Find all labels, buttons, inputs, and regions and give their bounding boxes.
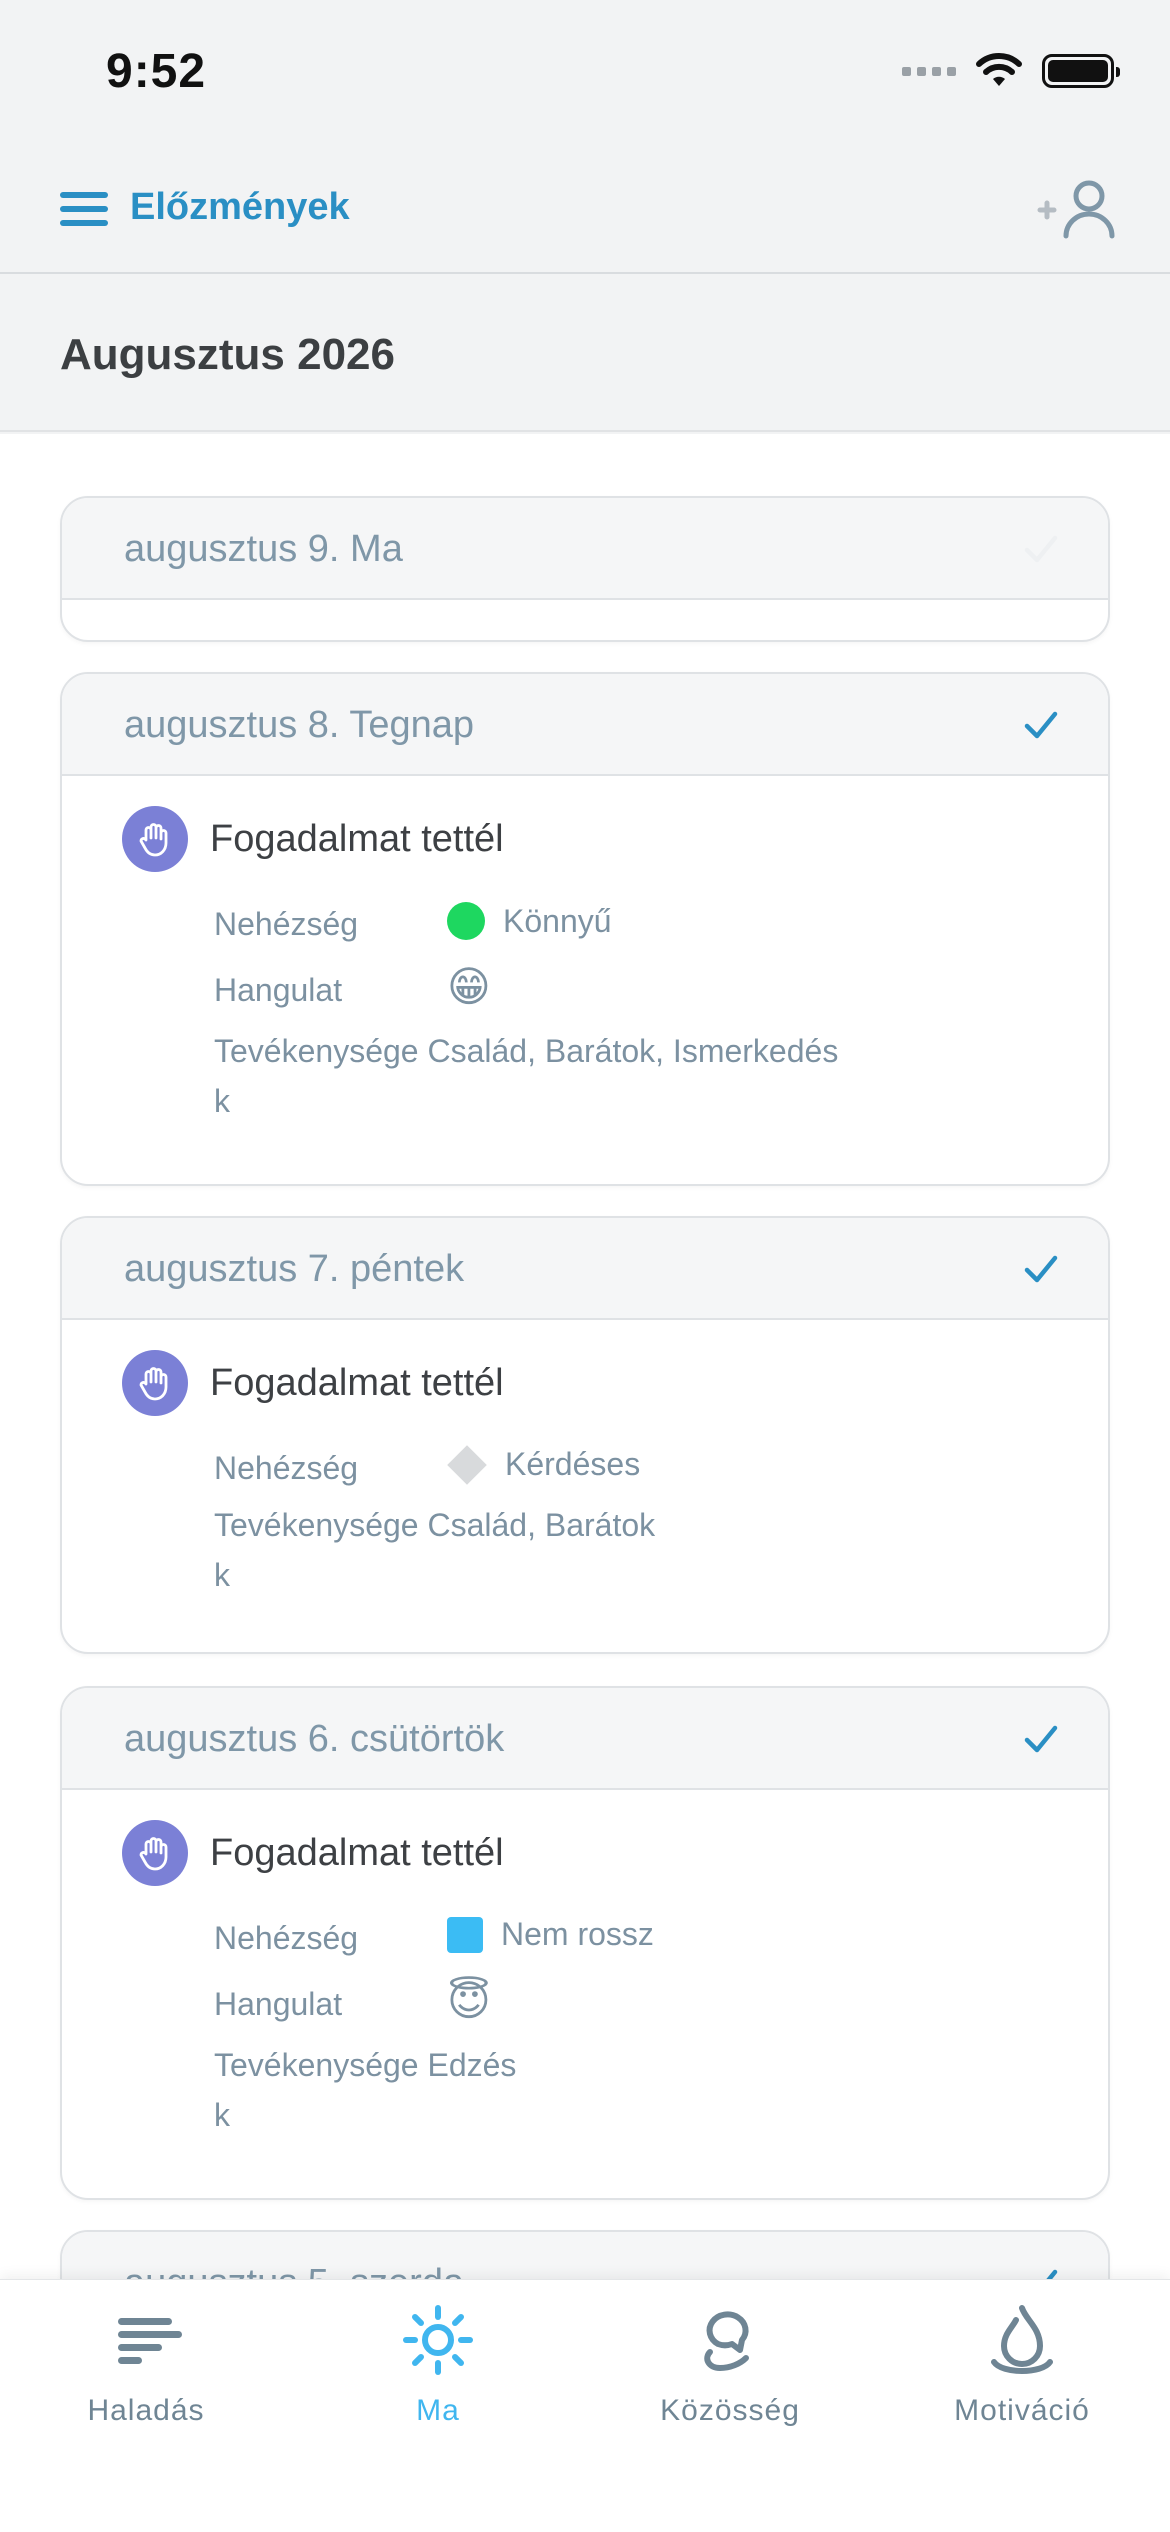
difficulty-value: Kérdéses	[447, 1444, 641, 1485]
activities-label: Tevékenysége	[214, 1507, 419, 1543]
difficulty-value: Nem rossz	[447, 1916, 654, 1953]
day-card-friday[interactable]: augusztus 7. péntek Fogadalmat tettél Ne…	[60, 1216, 1110, 1654]
check-icon	[1024, 711, 1058, 739]
day-date: augusztus 8. Tegnap	[124, 704, 475, 746]
navigation-bar: Előzmények	[0, 140, 1170, 274]
difficulty-green-circle-icon	[447, 902, 485, 940]
progress-icon	[118, 2318, 182, 2364]
difficulty-blue-square-icon	[447, 1916, 483, 1953]
day-card-header[interactable]: augusztus 8. Tegnap	[62, 674, 1108, 776]
day-date: augusztus 9. Ma	[124, 528, 403, 570]
difficulty-value: Könnyű	[447, 902, 612, 940]
day-date: augusztus 5. szerda	[124, 2262, 464, 2279]
day-card-today[interactable]: augusztus 9. Ma	[60, 496, 1110, 642]
activities-label-wrap: k	[214, 1083, 230, 1119]
entry-title: Fogadalmat tettél	[210, 1361, 504, 1404]
difficulty-label: Nehézség	[214, 1450, 359, 1486]
sun-icon	[403, 2305, 473, 2375]
mood-value: 😇	[447, 1980, 491, 2022]
tab-label: Haladás	[87, 2394, 205, 2427]
history-list[interactable]: augusztus 9. Ma augusztus 8. Tegnap Foga…	[0, 434, 1170, 2279]
mood-value: 😁	[447, 966, 491, 1008]
difficulty-text: Nem rossz	[501, 1916, 654, 1952]
grinning-face-icon: 😁	[447, 963, 491, 1010]
activities-row: Tevékenysége Család, Barátok, Ismerkedés	[214, 1026, 838, 1076]
day-card-wednesday[interactable]: augusztus 5. szerda	[60, 2230, 1110, 2279]
wifi-icon	[976, 53, 1022, 86]
day-card-thursday[interactable]: augusztus 6. csütörtök Fogadalmat tettél…	[60, 1686, 1110, 2200]
activities-row: Tevékenysége Család, Barátok	[214, 1500, 655, 1550]
month-title: Augusztus 2026	[60, 330, 395, 379]
check-icon	[1046, 2269, 1058, 2279]
activities-value: Edzés	[427, 2047, 517, 2083]
difficulty-text: Könnyű	[503, 902, 612, 939]
hamburger-menu-icon[interactable]	[60, 192, 108, 226]
entry-title: Fogadalmat tettél	[210, 817, 504, 860]
tab-community[interactable]: Közösség	[584, 2300, 876, 2450]
difficulty-gray-diamond-icon	[447, 1444, 487, 1485]
tab-progress[interactable]: Haladás	[0, 2300, 292, 2450]
activities-label-wrap: k	[214, 1557, 230, 1593]
day-date: augusztus 7. péntek	[124, 1248, 465, 1290]
entry-title: Fogadalmat tettél	[210, 1831, 504, 1874]
day-card-header[interactable]: augusztus 5. szerda	[62, 2232, 1108, 2279]
day-card-header[interactable]: augusztus 6. csütörtök	[62, 1688, 1108, 1790]
difficulty-text: Kérdéses	[505, 1446, 641, 1482]
tab-motivation[interactable]: Motiváció	[876, 2300, 1168, 2450]
status-bar: 9:52	[0, 0, 1170, 140]
raised-hand-icon	[122, 1350, 188, 1416]
activities-label: Tevékenysége	[214, 2047, 419, 2083]
day-card-header[interactable]: augusztus 7. péntek	[62, 1218, 1108, 1320]
tab-label: Motiváció	[954, 2394, 1090, 2427]
mood-label: Hangulat	[214, 1986, 343, 2022]
mood-label: Hangulat	[214, 972, 343, 1008]
check-icon	[1024, 1255, 1058, 1283]
halo-face-icon: 😇	[447, 1977, 491, 2024]
activities-label-wrap: k	[214, 2097, 230, 2133]
activities-value: Család, Barátok	[427, 1507, 656, 1543]
tab-label: Közösség	[660, 2394, 800, 2427]
day-date: augusztus 6. csütörtök	[124, 1718, 505, 1760]
status-time: 9:52	[106, 45, 207, 98]
tab-bar: Haladás Ma Közösség Motiváció	[0, 2279, 1170, 2532]
community-icon	[704, 2311, 749, 2372]
entry-row[interactable]: Fogadalmat tettél	[122, 1820, 504, 1886]
status-icons	[902, 52, 1120, 90]
tab-today[interactable]: Ma	[292, 2300, 584, 2450]
difficulty-label: Nehézség	[214, 1920, 359, 1956]
history-title[interactable]: Előzmények	[130, 186, 350, 229]
check-icon	[1024, 1725, 1058, 1753]
month-header: Augusztus 2026	[0, 276, 1170, 432]
check-icon	[1024, 535, 1058, 563]
entry-row[interactable]: Fogadalmat tettél	[122, 806, 504, 872]
day-card-header[interactable]: augusztus 9. Ma	[62, 498, 1108, 600]
activities-row: Tevékenysége Edzés	[214, 2040, 516, 2090]
activities-value: Család, Barátok, Ismerkedés	[427, 1033, 839, 1069]
battery-icon	[1042, 54, 1120, 88]
day-card-yesterday[interactable]: augusztus 8. Tegnap Fogadalmat tettél Ne…	[60, 672, 1110, 1186]
add-friend-icon[interactable]	[1032, 176, 1118, 240]
activities-label: Tevékenysége	[214, 1033, 419, 1069]
tab-label: Ma	[416, 2394, 460, 2427]
motivation-icon	[991, 2305, 1053, 2374]
difficulty-label: Nehézség	[214, 906, 359, 942]
raised-hand-icon	[122, 1820, 188, 1886]
cellular-signal-icon	[902, 66, 956, 76]
raised-hand-icon	[122, 806, 188, 872]
entry-row[interactable]: Fogadalmat tettél	[122, 1350, 504, 1416]
